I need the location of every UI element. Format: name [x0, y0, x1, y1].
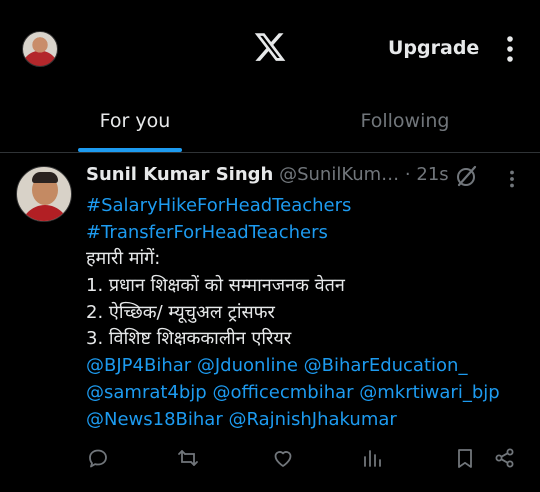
- mention-links[interactable]: @samrat4bjp @officecmbihar @mkrtiwari_bj…: [86, 380, 526, 407]
- post[interactable]: Sunil Kumar Singh @SunilKum… · 21s #Sala…: [0, 154, 540, 492]
- author-name[interactable]: Sunil Kumar Singh: [86, 164, 273, 185]
- like-icon[interactable]: [271, 446, 295, 470]
- post-actions: [0, 446, 540, 478]
- post-more-icon[interactable]: [508, 170, 516, 188]
- text-line: 3. विशिष्ट शिक्षककालीन एरियर: [86, 328, 292, 350]
- text-line: 1. प्रधान शिक्षकों को सम्मानजनक वेतन: [86, 275, 345, 297]
- share-icon[interactable]: [493, 446, 517, 470]
- post-header: Sunil Kumar Singh @SunilKum… · 21s: [86, 164, 486, 190]
- hashtag-link[interactable]: #SalaryHikeForHeadTeachers: [86, 193, 526, 220]
- mention-links[interactable]: @News18Bihar @RajnishJhakumar: [86, 407, 526, 434]
- views-icon[interactable]: [360, 446, 384, 470]
- repost-icon[interactable]: [176, 446, 200, 470]
- more-options-icon[interactable]: [504, 35, 516, 63]
- hashtag-link[interactable]: #TransferForHeadTeachers: [86, 220, 526, 247]
- text-line: 2. ऐच्छिक/ म्यूचुअल ट्रांसफर: [86, 301, 275, 323]
- tab-for-you[interactable]: For you: [0, 96, 270, 152]
- separator-dot: ·: [404, 164, 411, 185]
- post-text: #SalaryHikeForHeadTeachers #TransferForH…: [86, 193, 526, 433]
- active-tab-indicator: [78, 148, 182, 152]
- author-handle[interactable]: @SunilKum…: [279, 164, 399, 185]
- grok-icon[interactable]: [455, 164, 479, 188]
- bookmark-icon[interactable]: [453, 446, 477, 470]
- text-line: हमारी मांगें:: [86, 248, 161, 270]
- mention-links[interactable]: @BJP4Bihar @Jduonline @BiharEducation_: [86, 353, 526, 380]
- x-logo-icon[interactable]: [253, 30, 287, 64]
- profile-avatar[interactable]: [22, 31, 58, 67]
- top-bar: Upgrade: [0, 0, 540, 96]
- post-time[interactable]: 21s: [416, 164, 448, 185]
- upgrade-button[interactable]: Upgrade: [388, 37, 479, 59]
- reply-icon[interactable]: [86, 446, 110, 470]
- author-avatar[interactable]: [16, 166, 72, 222]
- tab-following[interactable]: Following: [270, 96, 540, 152]
- timeline-tabs: For you Following: [0, 96, 540, 153]
